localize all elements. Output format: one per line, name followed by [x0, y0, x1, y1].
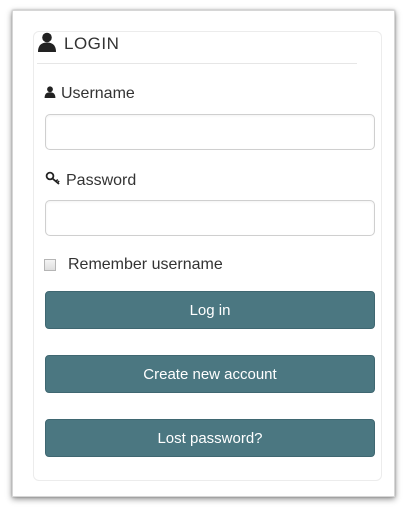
key-icon — [45, 171, 61, 190]
user-icon — [44, 85, 56, 103]
lost-password-button[interactable]: Lost password? — [45, 419, 375, 457]
login-window: LOGIN Username Password Remember usernam… — [12, 10, 395, 497]
login-title: LOGIN — [64, 34, 120, 53]
remember-label[interactable]: Remember username — [68, 256, 223, 274]
user-icon — [37, 32, 57, 57]
username-label: Username — [61, 85, 135, 102]
login-header: LOGIN — [37, 25, 357, 64]
password-label-row: Password — [45, 171, 136, 190]
remember-row: Remember username — [44, 256, 223, 274]
password-input[interactable] — [45, 200, 375, 236]
login-button[interactable]: Log in — [45, 291, 375, 329]
remember-checkbox[interactable] — [44, 259, 56, 271]
username-input[interactable] — [45, 114, 375, 150]
password-label: Password — [66, 171, 137, 189]
username-label-row: Username — [44, 85, 135, 103]
create-account-button[interactable]: Create new account — [45, 355, 375, 393]
